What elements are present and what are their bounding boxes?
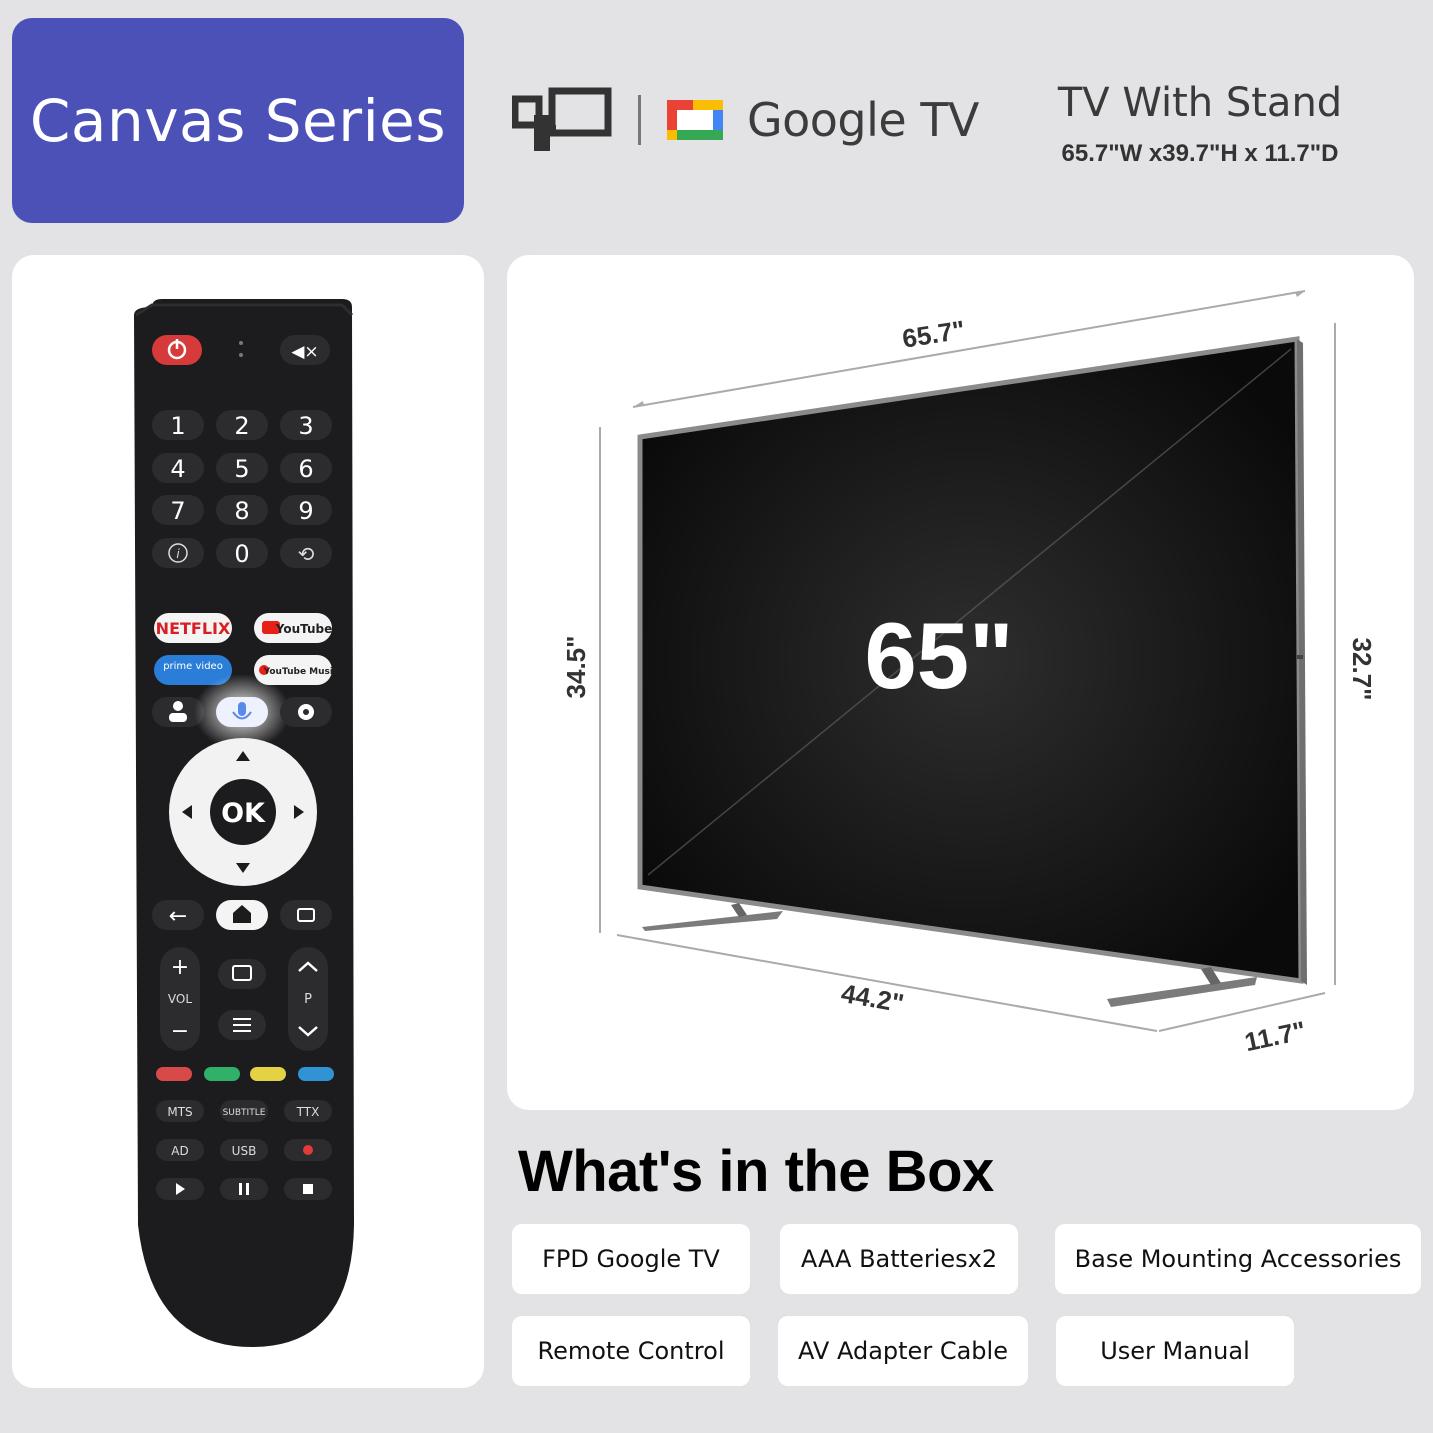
p-label: P	[304, 992, 312, 1007]
ok-label: OK	[221, 798, 266, 829]
number-key-label: 9	[298, 497, 313, 525]
remote-panel: ◀× 123456789 i 0 ⟲ NETFLIX YouTube prime…	[12, 255, 484, 1388]
stand-title: TV With Stand	[1057, 80, 1343, 126]
box-item: User Manual	[1056, 1316, 1294, 1386]
height-label: 32.7"	[1347, 638, 1377, 701]
svg-text:◀×: ◀×	[291, 342, 318, 362]
usb-label: USB	[232, 1144, 257, 1158]
box-item: FPD Google TV	[512, 1224, 750, 1294]
stand-dimensions: 65.7"W x39.7"H x 11.7"D	[1061, 140, 1339, 167]
brand-row: Google TV	[512, 80, 979, 160]
depth-label: 11.7"	[1242, 1015, 1308, 1057]
series-badge: Canvas Series	[12, 18, 464, 223]
brand-name: Google TV	[747, 93, 979, 147]
screen-size-label: 65"	[864, 603, 1013, 708]
height-with-stand-label: 34.5"	[561, 636, 591, 699]
box-item: Base Mounting Accessories	[1055, 1224, 1421, 1294]
number-key-label: 1	[170, 412, 185, 440]
width-label: 65.7"	[900, 314, 967, 353]
tv-diagram-panel: 65.7" 34.5" 32.7" 65" 44.2" 11.7"	[507, 255, 1414, 1110]
box-section-title: What's in the Box	[518, 1139, 994, 1204]
box-item: Remote Control	[512, 1316, 750, 1386]
key-0: 0	[234, 540, 249, 568]
subtitle-label: SUBTITLE	[223, 1108, 266, 1118]
box-item: AV Adapter Cable	[778, 1316, 1028, 1386]
brand-separator	[638, 95, 641, 145]
tv-dimension-diagram: 65.7" 34.5" 32.7" 65" 44.2" 11.7"	[561, 290, 1377, 1057]
youtube-music-label: YouTube Music	[263, 667, 339, 677]
vol-label: VOL	[168, 992, 192, 1006]
box-item: AAA Batteriesx2	[780, 1224, 1018, 1294]
number-key-label: 8	[234, 497, 249, 525]
svg-text:←: ←	[169, 904, 187, 929]
number-pad: 1 2 3 4 5 6 7 8 9	[152, 410, 332, 525]
svg-text:−: −	[171, 1019, 189, 1044]
remote-control-image: ◀× 1 2 34 5 67 8 9 i 0 ⟲ NETFLIX YouTube prime…	[134, 299, 354, 1347]
google-tv-logo-icon	[667, 100, 723, 140]
number-key-label: 4	[170, 455, 185, 483]
number-key-label: 5	[234, 455, 249, 483]
ttx-label: TTX	[296, 1105, 320, 1119]
series-label: Canvas Series	[29, 86, 447, 155]
svg-text:+: +	[171, 955, 189, 980]
prime-video-label: prime video	[163, 661, 223, 672]
ad-label: AD	[171, 1144, 188, 1158]
number-key-label: 3	[298, 412, 313, 440]
youtube-label: YouTube	[275, 622, 333, 636]
mts-label: MTS	[167, 1105, 192, 1119]
number-key-label: 7	[170, 497, 185, 525]
number-key-label: 2	[234, 412, 249, 440]
number-key-label: 6	[298, 455, 313, 483]
netflix-label: NETFLIX	[156, 619, 231, 638]
fpd-logo-icon	[512, 87, 612, 151]
svg-text:⟲: ⟲	[298, 542, 315, 566]
